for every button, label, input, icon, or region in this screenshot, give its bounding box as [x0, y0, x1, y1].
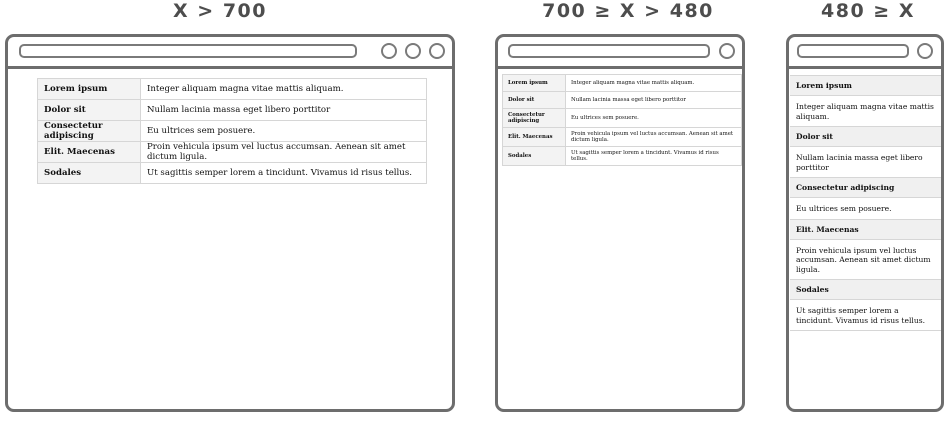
row-key: Elit. Maecenas: [502, 127, 566, 147]
row-value: Integer aliquam magna vitae mattis aliqu…: [790, 95, 941, 126]
row-key: Dolor sit: [790, 126, 941, 146]
row-key: Dolor sit: [37, 99, 141, 121]
row-value: Integer aliquam magna vitae mattis aliqu…: [140, 78, 427, 100]
browser-toolbar: [498, 37, 742, 69]
row-key: Consectetur adipiscing: [37, 120, 141, 142]
breakpoint-label-narrow: 480 ≥ X: [821, 0, 915, 22]
row-key: Lorem ipsum: [790, 75, 941, 95]
table-row: Consectetur adipiscing Eu ultrices sem p…: [37, 120, 427, 142]
row-key: Elit. Maecenas: [37, 141, 141, 163]
row-value: Proin vehicula ipsum vel luctus accumsan…: [140, 141, 427, 163]
table-row: Sodales Ut sagittis semper lorem a tinci…: [502, 146, 742, 166]
row-value: Ut sagittis semper lorem a tincidunt. Vi…: [565, 146, 742, 166]
row-value: Eu ultrices sem posuere.: [565, 108, 742, 128]
browser-window-narrow: Lorem ipsum Integer aliquam magna vitae …: [786, 34, 944, 412]
table-row: Dolor sit Nullam lacinia massa eget libe…: [37, 99, 427, 121]
row-key: Sodales: [37, 162, 141, 184]
row-value: Ut sagittis semper lorem a tincidunt. Vi…: [140, 162, 427, 184]
table-row: Sodales Ut sagittis semper lorem a tinci…: [37, 162, 427, 184]
breakpoint-label-wide: X > 700: [173, 0, 267, 22]
address-bar: [797, 44, 909, 58]
browser-window-medium: Lorem ipsum Integer aliquam magna vitae …: [495, 34, 745, 412]
window-control-icon: [381, 43, 397, 59]
row-value: Nullam lacinia massa eget libero porttit…: [140, 99, 427, 121]
data-table: Lorem ipsum Integer aliquam magna vitae …: [502, 74, 742, 166]
row-value: Nullam lacinia massa eget libero porttit…: [565, 91, 742, 109]
row-key: Elit. Maecenas: [790, 218, 941, 239]
row-value: Nullam lacinia massa eget libero porttit…: [790, 146, 941, 177]
breakpoint-label-medium: 700 ≥ X > 480: [542, 0, 714, 22]
row-value: Proin vehicula ipsum vel luctus accumsan…: [565, 127, 742, 147]
table-row: Consectetur adipiscing Eu ultrices sem p…: [502, 108, 742, 128]
browser-toolbar: [789, 37, 941, 69]
table-row: Lorem ipsum Integer aliquam magna vitae …: [502, 74, 742, 92]
row-key: Sodales: [790, 279, 941, 299]
table-row: Lorem ipsum Integer aliquam magna vitae …: [37, 78, 427, 100]
address-bar: [19, 44, 357, 58]
row-value: Eu ultrices sem posuere.: [140, 120, 427, 142]
row-key: Dolor sit: [502, 91, 566, 109]
row-value: Proin vehicula ipsum vel luctus accumsan…: [790, 238, 941, 279]
row-key: Lorem ipsum: [37, 78, 141, 100]
window-control-icon: [917, 43, 933, 59]
browser-toolbar: [8, 37, 452, 69]
window-control-icon: [429, 43, 445, 59]
row-value: Ut sagittis semper lorem a tincidunt. Vi…: [790, 299, 941, 331]
browser-window-wide: Lorem ipsum Integer aliquam magna vitae …: [5, 34, 455, 412]
table-row: Elit. Maecenas Proin vehicula ipsum vel …: [37, 141, 427, 163]
stacked-list: Lorem ipsum Integer aliquam magna vitae …: [790, 75, 941, 331]
window-control-icon: [719, 43, 735, 59]
table-row: Elit. Maecenas Proin vehicula ipsum vel …: [502, 127, 742, 147]
row-key: Sodales: [502, 146, 566, 166]
data-table: Lorem ipsum Integer aliquam magna vitae …: [37, 78, 427, 184]
row-value: Eu ultrices sem posuere.: [790, 197, 941, 219]
row-key: Consectetur adipiscing: [790, 177, 941, 197]
row-key: Consectetur adipiscing: [502, 108, 566, 128]
row-value: Integer aliquam magna vitae mattis aliqu…: [565, 74, 742, 92]
row-key: Lorem ipsum: [502, 74, 566, 92]
table-row: Dolor sit Nullam lacinia massa eget libe…: [502, 91, 742, 109]
address-bar: [508, 44, 710, 58]
window-control-icon: [405, 43, 421, 59]
